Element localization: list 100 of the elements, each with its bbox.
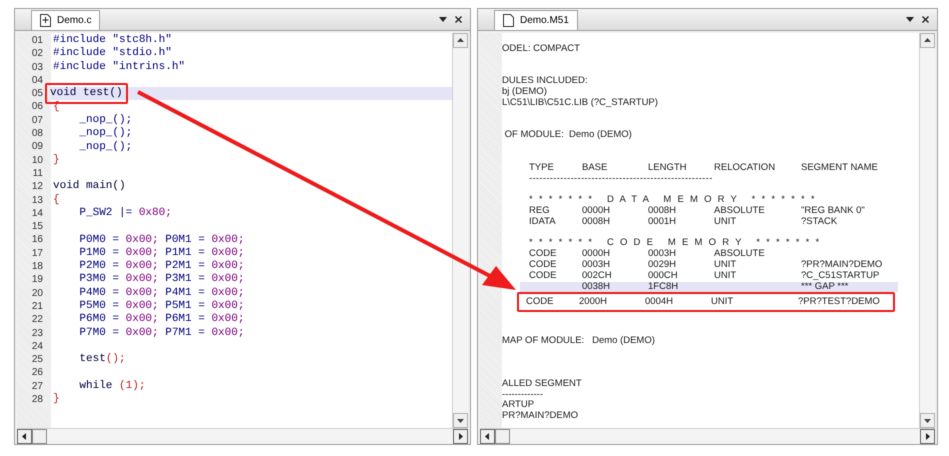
horizontal-scrollbar[interactable]: [17, 428, 468, 444]
line-number: 10: [30, 154, 44, 167]
code-line: P0M0 = 0x00; P0M1 = 0x00;: [78, 234, 244, 247]
line-number: 03: [30, 60, 44, 74]
table-cell-text: UNIT: [714, 270, 738, 282]
code-line: void test(): [50, 87, 123, 100]
line-number: 13: [30, 194, 44, 207]
line-number: 26: [30, 366, 44, 380]
line-number: 16: [30, 233, 44, 247]
table-cell-text: IDATA: [529, 216, 557, 228]
code-line: #include "stdio.h": [53, 47, 172, 60]
table-cell-text: 0008H: [582, 216, 611, 228]
code-line: {: [53, 194, 60, 207]
line-number: 17: [30, 246, 44, 260]
table-cell-text: ?C_C51STARTUP: [801, 270, 880, 282]
map-text: OF MODULE: Demo (DEMO): [504, 130, 632, 142]
table-cell-text: *** GAP ***: [801, 282, 850, 292]
table-cell-text: 0038H: [582, 282, 611, 292]
code-line: }: [53, 154, 60, 167]
table-cell-text: CODE: [529, 270, 558, 282]
code-line: test();: [78, 353, 126, 366]
table-cell-text: UNIT: [714, 216, 738, 228]
line-number: 28: [30, 393, 44, 406]
close-icon[interactable]: [922, 16, 929, 23]
line-number: 07: [30, 114, 44, 128]
map-text: DULES INCLUDED:: [502, 76, 588, 87]
table-cell-text: ABSOLUTE: [714, 206, 766, 217]
scroll-left-icon[interactable]: [480, 429, 510, 444]
table-cell-text: "REG BANK 0": [801, 206, 866, 217]
table-cell-text: RELOCATION: [714, 162, 776, 174]
map-text: L\C51\LIB\C51C.LIB (?C_STARTUP): [502, 98, 658, 109]
line-number: 15: [30, 220, 44, 234]
code-line: P7M0 = 0x00; P7M1 = 0x00;: [78, 326, 244, 340]
scroll-up-icon[interactable]: [453, 33, 468, 48]
scroll-right-icon[interactable]: [920, 429, 935, 444]
line-number: 04: [30, 74, 44, 88]
section-heading: * * * * * * * C O D E M E M O R Y * * * * * * *: [529, 238, 820, 249]
map-text: ALLED SEGMENT: [502, 378, 582, 390]
code-line: P_SW2 |= 0x80;: [78, 207, 172, 220]
line-number: 27: [30, 380, 44, 394]
map-text: -------------: [502, 390, 544, 400]
line-number: 12: [30, 180, 44, 194]
line-number: 11: [32, 166, 44, 180]
table-cell-text: 000CH: [648, 270, 679, 282]
line-number: 18: [30, 260, 44, 274]
table-cell-text: 0001H: [648, 216, 677, 228]
table-cell-text: UNIT: [714, 260, 738, 271]
code-line: while (1);: [78, 380, 146, 393]
dropdown-icon[interactable]: [906, 17, 914, 22]
table-cell-text: 0003H: [648, 249, 677, 260]
line-number: 22: [30, 313, 44, 327]
code-line: #include "intrins.h": [53, 60, 186, 74]
dashed-rule-text: -----------------------------------------------------: [529, 174, 713, 184]
table-cell-text: LENGTH: [648, 162, 688, 174]
table-cell-text: ?PR?TEST?DEMO: [798, 296, 881, 308]
vertical-scrollbar[interactable]: [919, 33, 935, 428]
map-text: MAP OF MODULE: Demo (DEMO): [502, 336, 655, 346]
line-number: 02: [30, 47, 44, 61]
line-number: 23: [30, 326, 44, 340]
vertical-scrollbar[interactable]: [452, 33, 468, 428]
scroll-right-icon[interactable]: [453, 429, 468, 444]
table-cell-text: ?PR?MAIN?DEMO: [801, 260, 884, 271]
code-line: P4M0 = 0x00; P4M1 = 0x00;: [78, 286, 244, 300]
map-text: bj (DEMO): [502, 87, 547, 98]
code-line: P6M0 = 0x00; P6M1 = 0x00;: [78, 313, 244, 326]
file-tab[interactable]: Demo.c: [31, 10, 100, 30]
file-tab[interactable]: Demo.M51: [494, 10, 578, 30]
scroll-down-icon[interactable]: [453, 413, 468, 428]
code-line: P1M0 = 0x00; P1M1 = 0x00;: [78, 246, 244, 260]
code-line: _nop_();: [78, 140, 132, 154]
table-cell-text: CODE: [526, 296, 554, 308]
line-number: 08: [30, 127, 44, 140]
table-cell-text: CODE: [529, 260, 558, 271]
table-cell-text: 0029H: [648, 260, 677, 271]
horizontal-scrollbar[interactable]: [480, 428, 935, 444]
close-icon[interactable]: [455, 16, 462, 23]
table-cell-text: 0004H: [645, 296, 674, 308]
file-icon: [40, 14, 51, 27]
code-line: _nop_();: [78, 127, 132, 140]
table-cell-text: 0003H: [582, 260, 611, 271]
map-text: ODEL: COMPACT: [502, 44, 580, 55]
table-cell-text: ?STACK: [801, 216, 838, 228]
line-number: 06: [30, 100, 44, 114]
code-line: P5M0 = 0x00; P5M1 = 0x00;: [78, 300, 244, 314]
code-line: _nop_();: [78, 114, 132, 127]
code-line: P2M0 = 0x00; P2M1 = 0x00;: [78, 260, 244, 274]
scroll-up-icon[interactable]: [920, 33, 935, 48]
table-cell-text: 0000H: [582, 249, 611, 260]
code-line: #include "stc8h.h": [53, 34, 172, 47]
table-cell-text: 1FC8H: [648, 282, 680, 292]
dropdown-icon[interactable]: [439, 17, 447, 22]
section-heading: * * * * * * * D A T A M E M O R Y * * * * * * *: [529, 195, 815, 206]
scroll-down-icon[interactable]: [920, 413, 935, 428]
table-cell-text: SEGMENT NAME: [801, 162, 879, 174]
code-line: void main(): [53, 180, 126, 194]
table-cell-text: 0000H: [582, 206, 611, 217]
line-number: 25: [30, 353, 44, 366]
table-cell-text: 0008H: [648, 206, 677, 217]
line-number: 21: [30, 300, 44, 314]
scroll-left-icon[interactable]: [17, 429, 47, 444]
